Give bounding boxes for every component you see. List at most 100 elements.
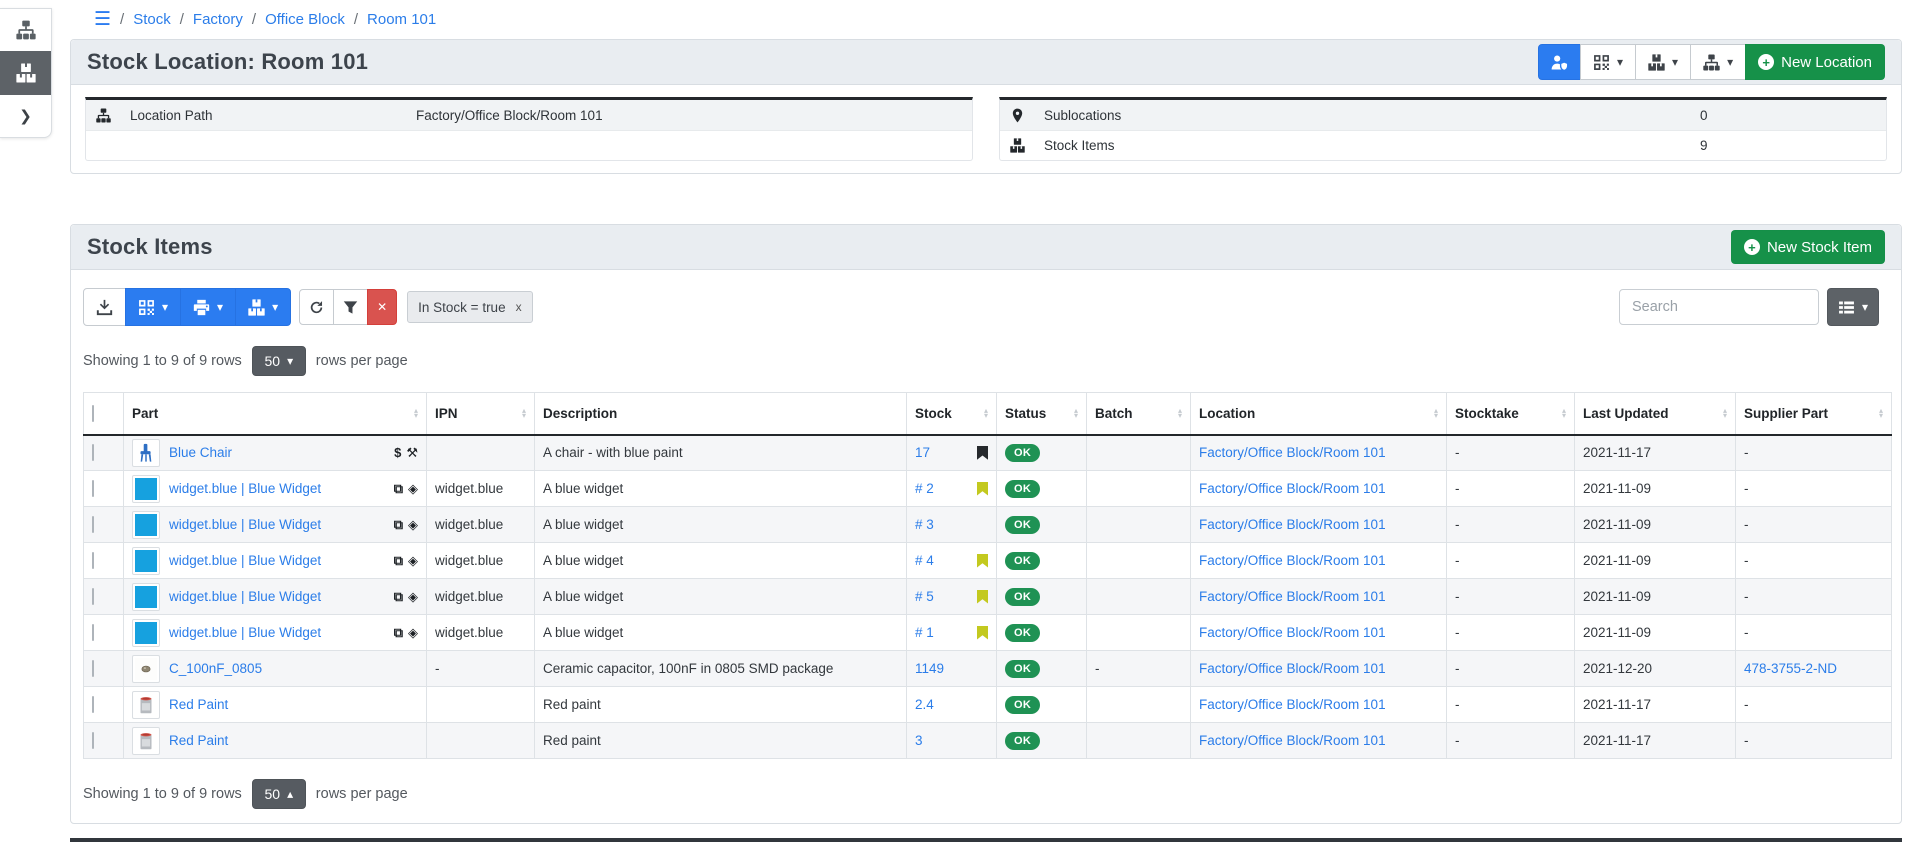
sort-icon[interactable]: ▴▾ <box>410 408 418 418</box>
sort-icon[interactable]: ▴▾ <box>1719 408 1727 418</box>
remove-filter-icon[interactable]: x <box>516 300 522 314</box>
stock-link[interactable]: # 3 <box>915 517 934 532</box>
location-link[interactable]: Factory/Office Block/Room 101 <box>1199 445 1386 460</box>
menu-toggle-icon[interactable]: ☰ <box>94 10 111 29</box>
part-link[interactable]: Red Paint <box>169 733 228 748</box>
supplier-part-link[interactable]: 478-3755-2-ND <box>1744 661 1837 676</box>
part-thumbnail[interactable] <box>132 619 160 647</box>
row-checkbox[interactable] <box>92 444 94 461</box>
stock-link[interactable]: 17 <box>915 445 930 460</box>
row-checkbox[interactable] <box>92 732 94 749</box>
stock-actions-button[interactable]: ▾ <box>1635 44 1691 80</box>
row-checkbox[interactable] <box>92 516 94 533</box>
sort-icon[interactable]: ▴▾ <box>1174 408 1182 418</box>
column-header-stock[interactable]: Stock▴▾ <box>907 393 997 435</box>
column-header-stocktake[interactable]: Stocktake▴▾ <box>1447 393 1575 435</box>
row-checkbox[interactable] <box>92 480 94 497</box>
sort-icon[interactable]: ▴▾ <box>1430 408 1438 418</box>
batch-cell <box>1087 543 1191 579</box>
barcode-dropdown-button[interactable]: ▾ <box>125 288 181 326</box>
location-link[interactable]: Factory/Office Block/Room 101 <box>1199 661 1386 676</box>
sort-icon[interactable]: ▴▾ <box>1875 408 1883 418</box>
location-link[interactable]: Factory/Office Block/Room 101 <box>1199 517 1386 532</box>
part-thumbnail[interactable] <box>132 475 160 503</box>
page-size-selector[interactable]: 50 ▴ <box>252 779 306 809</box>
new-location-button[interactable]: + New Location <box>1745 44 1885 80</box>
clear-filters-button[interactable]: ✕ <box>367 289 397 325</box>
stock-options-dropdown-button[interactable]: ▾ <box>235 288 291 326</box>
stock-link[interactable]: # 4 <box>915 553 934 568</box>
print-dropdown-button[interactable]: ▾ <box>180 288 236 326</box>
sitemap-icon <box>16 20 36 40</box>
last-updated-cell: 2021-11-09 <box>1575 543 1736 579</box>
sidebar-item-locations[interactable] <box>0 9 51 51</box>
sort-icon[interactable]: ▴▾ <box>518 408 526 418</box>
part-thumbnail[interactable] <box>132 583 160 611</box>
stock-link[interactable]: 3 <box>915 733 923 748</box>
part-thumbnail[interactable] <box>132 727 160 755</box>
stock-link[interactable]: # 2 <box>915 481 934 496</box>
row-checkbox[interactable] <box>92 552 94 569</box>
sidebar-item-stock[interactable] <box>0 51 51 95</box>
row-checkbox[interactable] <box>92 588 94 605</box>
part-link[interactable]: C_100nF_0805 <box>169 661 262 676</box>
part-link[interactable]: widget.blue | Blue Widget <box>169 625 321 640</box>
location-link[interactable]: Factory/Office Block/Room 101 <box>1199 553 1386 568</box>
part-thumbnail[interactable] <box>132 547 160 575</box>
column-header-ipn[interactable]: IPN▴▾ <box>427 393 535 435</box>
part-link[interactable]: widget.blue | Blue Widget <box>169 553 321 568</box>
stock-link[interactable]: # 5 <box>915 589 934 604</box>
column-header-batch[interactable]: Batch▴▾ <box>1087 393 1191 435</box>
column-header-last-updated[interactable]: Last Updated▴▾ <box>1575 393 1736 435</box>
stocktake-cell: - <box>1447 507 1575 543</box>
part-thumbnail[interactable] <box>132 511 160 539</box>
location-link[interactable]: Factory/Office Block/Room 101 <box>1199 697 1386 712</box>
part-link[interactable]: Blue Chair <box>169 445 232 460</box>
row-checkbox[interactable] <box>92 624 94 641</box>
status-cell: OK <box>997 687 1087 723</box>
copy-icon: ⧉ <box>394 517 403 533</box>
breadcrumb-link[interactable]: Stock <box>133 11 171 28</box>
location-link[interactable]: Factory/Office Block/Room 101 <box>1199 589 1386 604</box>
stock-link[interactable]: 1149 <box>915 661 944 676</box>
location-link[interactable]: Factory/Office Block/Room 101 <box>1199 481 1386 496</box>
row-checkbox[interactable] <box>92 660 94 677</box>
admin-permissions-button[interactable] <box>1538 44 1581 80</box>
column-select-button[interactable]: ▾ <box>1827 288 1879 326</box>
location-link[interactable]: Factory/Office Block/Room 101 <box>1199 625 1386 640</box>
column-header-location[interactable]: Location▴▾ <box>1191 393 1447 435</box>
part-thumbnail[interactable] <box>132 655 160 683</box>
part-thumbnail[interactable] <box>132 439 160 467</box>
breadcrumb-link[interactable]: Factory <box>193 11 243 28</box>
barcode-actions-button[interactable]: ▾ <box>1580 44 1636 80</box>
part-thumbnail[interactable] <box>132 691 160 719</box>
location-tree-actions-button[interactable]: ▾ <box>1690 44 1746 80</box>
sort-icon[interactable]: ▴▾ <box>1558 408 1566 418</box>
part-link[interactable]: Red Paint <box>169 697 228 712</box>
ipn-cell: widget.blue <box>427 543 535 579</box>
location-link[interactable]: Factory/Office Block/Room 101 <box>1199 733 1386 748</box>
search-input[interactable] <box>1619 289 1819 325</box>
sort-icon[interactable]: ▴▾ <box>980 408 988 418</box>
refresh-button[interactable] <box>299 289 334 325</box>
part-link[interactable]: widget.blue | Blue Widget <box>169 481 321 496</box>
page-size-selector[interactable]: 50 ▾ <box>252 346 306 376</box>
stock-link[interactable]: # 1 <box>915 625 934 640</box>
part-link[interactable]: widget.blue | Blue Widget <box>169 589 321 604</box>
sidebar-expand-button[interactable]: ❯ <box>0 95 51 137</box>
empty-row <box>86 130 972 160</box>
stock-link[interactable]: 2.4 <box>915 697 934 712</box>
sort-icon[interactable]: ▴▾ <box>1070 408 1078 418</box>
new-stock-item-button[interactable]: + New Stock Item <box>1731 230 1885 264</box>
active-filter-chip[interactable]: In Stock = true x <box>407 291 532 323</box>
select-all-checkbox[interactable] <box>92 405 94 422</box>
part-link[interactable]: widget.blue | Blue Widget <box>169 517 321 532</box>
download-button[interactable] <box>83 288 126 326</box>
breadcrumb-link[interactable]: Office Block <box>265 11 345 28</box>
column-header-status[interactable]: Status▴▾ <box>997 393 1087 435</box>
filter-button[interactable] <box>333 289 368 325</box>
column-header-part[interactable]: Part▴▾ <box>124 393 427 435</box>
row-checkbox[interactable] <box>92 696 94 713</box>
column-header-supplier-part[interactable]: Supplier Part▴▾ <box>1736 393 1892 435</box>
breadcrumb-link[interactable]: Room 101 <box>367 11 436 28</box>
